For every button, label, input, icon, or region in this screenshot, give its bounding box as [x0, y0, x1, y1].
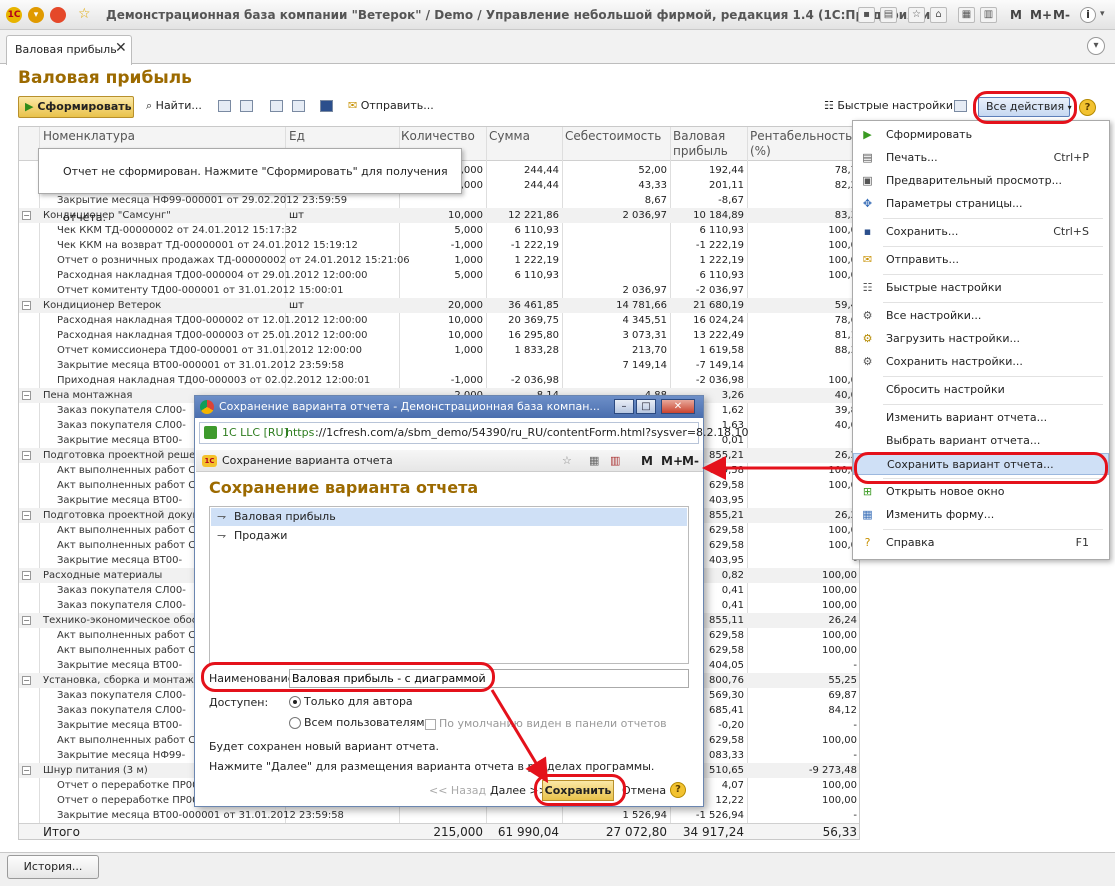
annotation-arrows: [490, 456, 852, 784]
history-button[interactable]: История...: [7, 855, 99, 879]
arrow-to-save: [490, 689, 549, 784]
bottom-bar: [0, 852, 1115, 886]
